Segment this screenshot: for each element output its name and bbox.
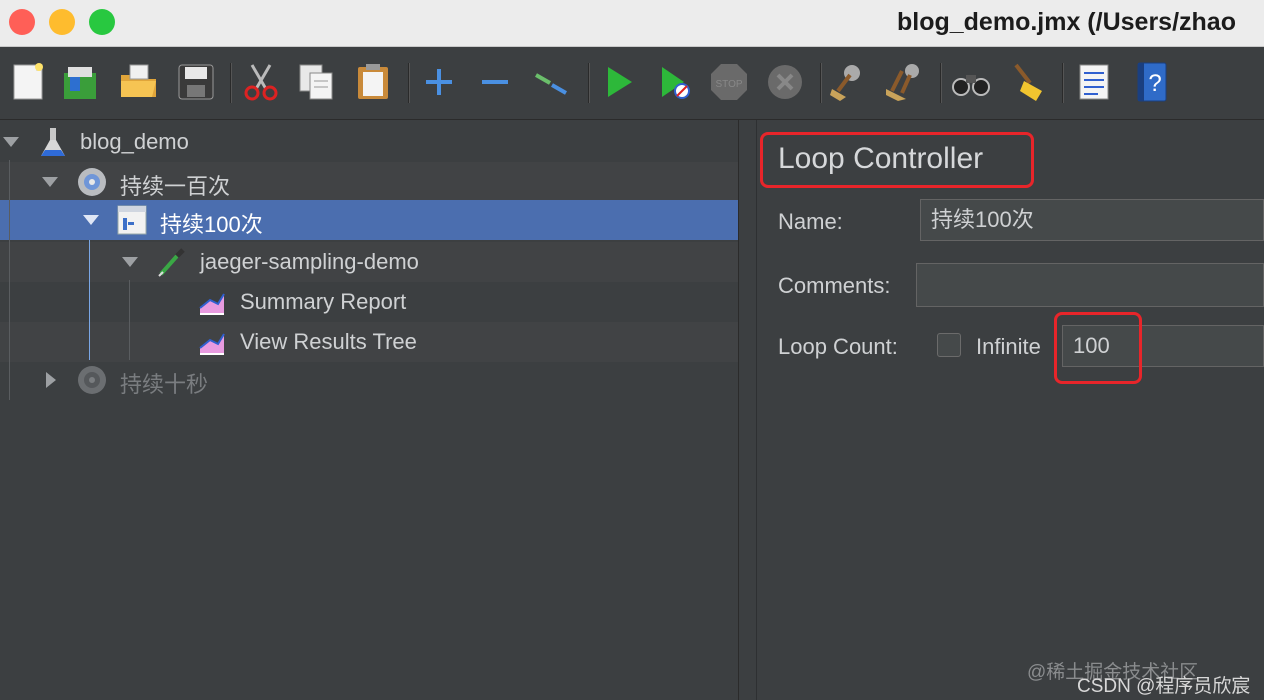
tree-guide-line bbox=[89, 240, 90, 360]
search-icon[interactable] bbox=[950, 61, 992, 103]
collapse-arrow-icon[interactable] bbox=[46, 372, 56, 388]
svg-text:?: ? bbox=[1148, 70, 1161, 97]
paste-icon[interactable] bbox=[352, 61, 394, 103]
expand-arrow-icon[interactable] bbox=[122, 257, 138, 267]
copy-icon[interactable] bbox=[296, 61, 338, 103]
infinite-checkbox[interactable] bbox=[937, 333, 961, 357]
tree-item-label: 持续100次 bbox=[160, 212, 263, 237]
clear-icon[interactable] bbox=[828, 61, 870, 103]
tree-item-label: 持续十秒 bbox=[120, 372, 209, 397]
tree-item-label: blog_demo bbox=[80, 129, 189, 154]
name-label: Name: bbox=[778, 209, 843, 234]
save-icon[interactable] bbox=[175, 61, 217, 103]
open-icon[interactable] bbox=[118, 61, 160, 103]
loop-controller-panel: Loop Controller Name: 持续100次 Comments: L… bbox=[757, 120, 1264, 700]
expand-arrow-icon[interactable] bbox=[83, 215, 99, 225]
start-no-pauses-icon[interactable] bbox=[654, 61, 696, 103]
test-plan-tree: blog_demo 持续一百次 持续100次 jaeger-sampling-d… bbox=[0, 120, 739, 700]
tree-item-label: Summary Report bbox=[240, 289, 407, 314]
new-icon[interactable] bbox=[8, 61, 50, 103]
expand-arrow-icon[interactable] bbox=[42, 177, 58, 187]
comments-label: Comments: bbox=[778, 273, 891, 298]
toolbar: STOP ? bbox=[0, 47, 1264, 120]
highlight-annotation-loop-count bbox=[1054, 312, 1142, 384]
shutdown-icon[interactable] bbox=[764, 61, 806, 103]
loop-count-label: Loop Count: bbox=[778, 334, 898, 359]
window-title: blog_demo.jmx (/Users/zhao bbox=[897, 8, 1236, 36]
tree-item-sampler[interactable]: jaeger-sampling-demo bbox=[0, 242, 738, 282]
close-window-button[interactable] bbox=[9, 9, 35, 35]
watermark-csdn: CSDN @程序员欣宸 bbox=[1077, 676, 1251, 697]
toolbar-separator bbox=[1062, 63, 1064, 103]
tree-item-thread-group-1[interactable]: 持续一百次 bbox=[0, 162, 738, 202]
sampler-pipette-icon bbox=[158, 248, 185, 277]
svg-text:STOP: STOP bbox=[715, 79, 742, 90]
expand-icon[interactable] bbox=[418, 61, 460, 103]
toggle-icon[interactable] bbox=[530, 61, 572, 103]
toolbar-separator bbox=[820, 63, 822, 103]
tree-item-blog-demo[interactable]: blog_demo bbox=[0, 122, 738, 162]
toolbar-separator bbox=[588, 63, 590, 103]
tree-item-thread-group-2[interactable]: 持续十秒 bbox=[0, 360, 738, 400]
test-plan-flask-icon bbox=[41, 128, 65, 156]
toolbar-separator bbox=[940, 63, 942, 103]
tree-item-loop-controller[interactable]: 持续100次 bbox=[0, 200, 738, 240]
tree-guide-line bbox=[129, 280, 130, 360]
help-icon[interactable]: ? bbox=[1130, 61, 1172, 103]
toolbar-separator bbox=[408, 63, 410, 103]
splitter[interactable] bbox=[740, 120, 757, 700]
maximize-window-button[interactable] bbox=[89, 9, 115, 35]
listener-chart-icon bbox=[199, 293, 225, 315]
stop-icon[interactable]: STOP bbox=[708, 61, 750, 103]
toolbar-separator bbox=[230, 63, 232, 103]
reset-search-icon[interactable] bbox=[1006, 61, 1048, 103]
title-bar: blog_demo.jmx (/Users/zhao bbox=[0, 0, 1264, 47]
templates-icon[interactable] bbox=[60, 61, 102, 103]
tree-item-view-results-tree[interactable]: View Results Tree bbox=[0, 322, 738, 362]
start-icon[interactable] bbox=[598, 61, 640, 103]
cut-icon[interactable] bbox=[240, 61, 282, 103]
thread-group-gear-icon bbox=[78, 366, 106, 394]
loop-controller-icon bbox=[117, 205, 147, 235]
tree-item-label: jaeger-sampling-demo bbox=[200, 249, 419, 274]
tree-guide-line bbox=[9, 160, 10, 400]
collapse-icon[interactable] bbox=[474, 61, 516, 103]
expand-arrow-icon[interactable] bbox=[3, 137, 19, 147]
comments-field[interactable] bbox=[916, 263, 1264, 307]
clear-all-icon[interactable] bbox=[884, 61, 926, 103]
minimize-window-button[interactable] bbox=[49, 9, 75, 35]
thread-group-gear-icon bbox=[78, 168, 106, 196]
infinite-label: Infinite bbox=[976, 334, 1041, 359]
name-field[interactable]: 持续100次 bbox=[920, 199, 1264, 241]
tree-item-summary-report[interactable]: Summary Report bbox=[0, 282, 738, 322]
tree-item-label: View Results Tree bbox=[240, 329, 417, 354]
tree-item-label: 持续一百次 bbox=[120, 174, 231, 199]
listener-chart-icon bbox=[199, 333, 225, 355]
highlight-annotation-title bbox=[760, 132, 1034, 188]
function-helper-icon[interactable] bbox=[1072, 61, 1114, 103]
